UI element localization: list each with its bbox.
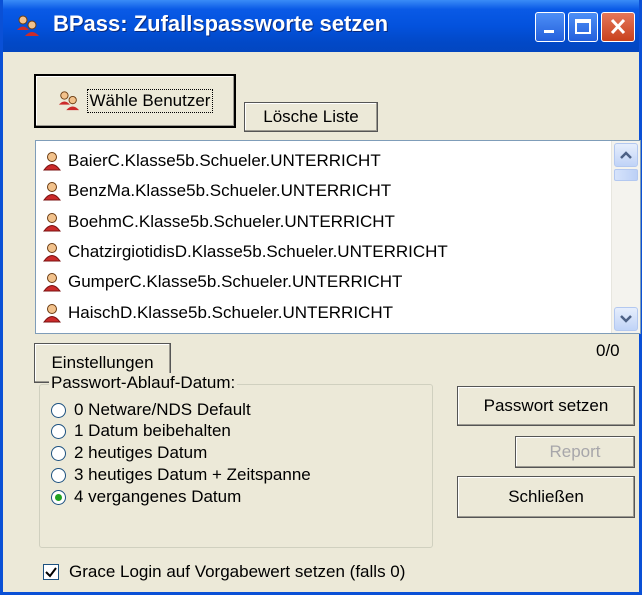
maximize-button[interactable] [568, 12, 598, 42]
scroll-up-button[interactable] [614, 143, 638, 167]
list-item[interactable]: BenzMa.Klasse5b.Schueler.UNTERRICHT [42, 177, 391, 205]
minimize-icon [544, 30, 554, 33]
user-icon [43, 273, 61, 292]
list-item[interactable]: BaierC.Klasse5b.Schueler.UNTERRICHT [42, 147, 381, 175]
minimize-button[interactable] [535, 12, 565, 42]
settings-label: Einstellungen [51, 353, 154, 372]
bpass-window: BPass: Zufallspassworte setzen Wähle Ben… [0, 0, 642, 595]
user-name: GumperC.Klasse5b.Schueler.UNTERRICHT [68, 272, 403, 291]
list-item[interactable]: ChatzirgiotidisD.Klasse5b.Schueler.UNTER… [42, 238, 448, 266]
list-item[interactable]: GumperC.Klasse5b.Schueler.UNTERRICHT [42, 268, 402, 296]
chevron-down-icon [620, 315, 632, 323]
set-password-label: Passwort setzen [483, 396, 609, 415]
window-title: BPass: Zufallspassworte setzen [53, 11, 389, 36]
close-icon [610, 18, 626, 35]
expiry-option-label: 2 heutiges Datum [74, 443, 208, 462]
scroll-thumb[interactable] [614, 169, 638, 181]
close-label: Schließen [508, 487, 584, 506]
expiry-option-label: 0 Netware/NDS Default [74, 400, 251, 419]
report-label: Report [549, 442, 601, 461]
close-button[interactable]: Schließen [457, 476, 635, 518]
radio-button[interactable] [51, 423, 66, 439]
clear-list-label: Lösche Liste [263, 107, 359, 126]
selection-counter: 0/0 [596, 341, 620, 360]
select-users-button[interactable]: Wähle Benutzer [34, 74, 236, 128]
radio-button[interactable] [51, 402, 66, 418]
user-icon [43, 182, 61, 201]
radio-button-selected[interactable] [51, 489, 66, 505]
users-icon [17, 15, 39, 36]
user-name: BenzMa.Klasse5b.Schueler.UNTERRICHT [68, 181, 392, 200]
close-window-button[interactable] [601, 12, 635, 42]
expiry-option-0[interactable]: 0 Netware/NDS Default [51, 400, 471, 420]
report-button[interactable]: Report [515, 436, 635, 468]
user-name: BoehmC.Klasse5b.Schueler.UNTERRICHT [68, 212, 395, 231]
user-name: ChatzirgiotidisD.Klasse5b.Schueler.UNTER… [68, 242, 448, 261]
grace-login-label: Grace Login auf Vorgabewert setzen (fall… [69, 562, 406, 581]
user-icon [43, 213, 61, 232]
users-icon [58, 91, 79, 111]
user-list[interactable]: BaierC.Klasse5b.Schueler.UNTERRICHT Benz… [35, 140, 641, 334]
expiry-option-label: 3 heutiges Datum + Zeitspanne [74, 465, 311, 484]
expiry-option-3[interactable]: 3 heutiges Datum + Zeitspanne [51, 465, 471, 485]
user-name: BaierC.Klasse5b.Schueler.UNTERRICHT [68, 151, 381, 170]
list-item[interactable]: HaischD.Klasse5b.Schueler.UNTERRICHT [42, 299, 393, 327]
maximize-icon [575, 19, 591, 34]
expiry-option-2[interactable]: 2 heutiges Datum [51, 443, 471, 463]
checkmark-icon [45, 567, 57, 578]
user-icon [43, 304, 61, 323]
expiry-option-1[interactable]: 1 Datum beibehalten [51, 421, 471, 441]
expiry-option-label: 4 vergangenes Datum [74, 487, 242, 506]
vertical-scrollbar[interactable] [611, 141, 640, 333]
grace-login-checkbox[interactable]: Grace Login auf Vorgabewert setzen (fall… [43, 560, 543, 584]
checkbox-checked[interactable] [43, 564, 59, 580]
user-icon [43, 243, 61, 262]
title-bar[interactable]: BPass: Zufallspassworte setzen [3, 0, 639, 52]
select-users-label: Wähle Benutzer [86, 89, 214, 113]
list-item[interactable]: BoehmC.Klasse5b.Schueler.UNTERRICHT [42, 208, 395, 236]
radio-button[interactable] [51, 445, 66, 461]
radio-button[interactable] [51, 467, 66, 483]
scroll-down-button[interactable] [614, 307, 638, 331]
user-name: HaischD.Klasse5b.Schueler.UNTERRICHT [68, 303, 393, 322]
user-icon [43, 152, 61, 171]
chevron-up-icon [620, 151, 632, 159]
set-password-button[interactable]: Passwort setzen [457, 386, 635, 426]
clear-list-button[interactable]: Lösche Liste [244, 102, 378, 132]
expiry-option-label: 1 Datum beibehalten [74, 421, 231, 440]
expiry-option-4[interactable]: 4 vergangenes Datum [51, 487, 471, 507]
expiry-group-title: Passwort-Ablauf-Datum: [49, 373, 238, 393]
